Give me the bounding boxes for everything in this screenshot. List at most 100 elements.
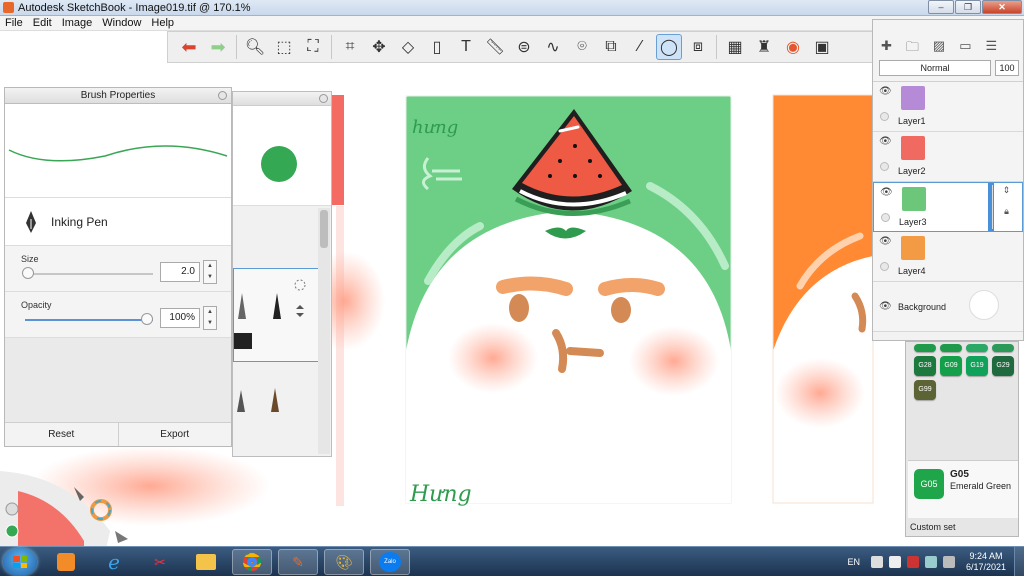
size-stepper[interactable]: ▲ ▼ (203, 260, 217, 284)
opacity-slider-track[interactable] (25, 319, 153, 321)
layer-row-layer2[interactable]: 👁︎ Layer2 (873, 132, 1023, 182)
tray-volume-icon[interactable] (942, 556, 955, 568)
copic-chip[interactable]: G99 (914, 380, 936, 400)
layer-menu-icon[interactable]: ☰ (986, 38, 998, 60)
shape-icon[interactable]: ⧈ (685, 34, 711, 60)
current-color-swatch[interactable] (261, 146, 297, 182)
layer-row-layer4[interactable]: 👁︎ Layer4 (873, 232, 1023, 282)
layer-lock-icon[interactable] (881, 213, 890, 222)
copic-chip[interactable] (992, 344, 1014, 352)
lagoon-select-icon[interactable] (115, 531, 128, 543)
sketchbook-icon[interactable]: ✎ (278, 549, 318, 575)
internet-explorer-icon[interactable]: e (94, 549, 134, 575)
layer-lock-icon[interactable] (880, 112, 889, 121)
file-explorer-icon[interactable] (186, 549, 226, 575)
crop-icon[interactable]: ⌗ (337, 34, 363, 60)
palette-icon[interactable]: ▣ (809, 34, 835, 60)
rect-select-icon[interactable]: ⬚ (271, 34, 297, 60)
menu-help[interactable]: Help (146, 16, 179, 30)
menu-edit[interactable]: Edit (28, 16, 57, 30)
layer-row-layer1[interactable]: 👁︎ Layer1 (873, 82, 1023, 132)
export-button[interactable]: Export (119, 423, 232, 446)
media-player-icon[interactable] (46, 549, 86, 575)
copic-chip[interactable]: G19 (966, 356, 988, 376)
predictive-stroke-icon[interactable]: ◯ (656, 34, 682, 60)
opacity-slider-knob[interactable] (141, 313, 153, 325)
show-desktop-button[interactable] (1014, 547, 1024, 576)
zoom-icon[interactable]: 🔍︎ (242, 34, 268, 60)
transform-icon[interactable]: ✥ (366, 34, 392, 60)
layer-row-background[interactable]: 👁︎ Background (873, 282, 1023, 332)
chrome-icon[interactable] (232, 549, 272, 575)
copic-chip[interactable]: G09 (940, 356, 962, 376)
redo-icon[interactable]: ➡ (205, 34, 231, 60)
zalo-icon[interactable]: Zalo (370, 549, 410, 575)
close-button[interactable]: ✕ (982, 0, 1022, 14)
text-icon[interactable]: T (453, 34, 479, 60)
opacity-value-field[interactable]: 100% (160, 308, 200, 328)
layer-lock-icon[interactable] (880, 162, 889, 171)
snipping-tool-icon[interactable]: ✂ (140, 549, 180, 575)
custom-set-label[interactable]: Custom set (910, 522, 956, 532)
brushes-icon[interactable]: ♜ (751, 34, 777, 60)
visibility-eye-icon[interactable]: 👁︎ (879, 86, 892, 97)
opacity-stepper[interactable]: ▲ ▼ (203, 306, 217, 330)
copic-chip[interactable] (966, 344, 988, 352)
layer-lock-icon[interactable] (880, 262, 889, 271)
perspective-icon[interactable]: ⌾ (569, 34, 595, 60)
visibility-eye-icon[interactable]: 👁︎ (880, 187, 893, 198)
clock[interactable]: 9:24 AM 6/17/2021 (966, 551, 1006, 573)
tray-flag-icon[interactable] (870, 556, 883, 568)
panel-close-icon[interactable] (218, 91, 227, 100)
size-value-field[interactable]: 2.0 (160, 262, 200, 282)
copic-chip[interactable]: G28 (914, 356, 936, 376)
start-button[interactable] (3, 548, 37, 576)
tray-usb-icon[interactable] (888, 556, 901, 568)
symmetry-icon[interactable]: ⧉ (598, 34, 624, 60)
menu-window[interactable]: Window (97, 16, 146, 30)
menu-file[interactable]: File (0, 16, 28, 30)
color-wheel-icon[interactable]: ◉ (780, 34, 806, 60)
brush-set-selection[interactable] (233, 268, 319, 362)
brush-palette-close-icon[interactable] (319, 94, 328, 103)
maximize-button[interactable]: ❐ (955, 0, 981, 14)
add-layer-icon[interactable]: ✚ (881, 38, 892, 60)
visibility-eye-icon[interactable]: 👁︎ (879, 236, 892, 247)
minimize-button[interactable]: – (928, 0, 954, 14)
ruler-icon[interactable]: 📏︎ (482, 34, 508, 60)
copic-chip[interactable] (940, 344, 962, 352)
current-copic-swatch[interactable]: G05 (914, 469, 944, 499)
layer-row-layer3[interactable]: 👁︎ Layer3 ⇕ 🔒︎ (873, 182, 1023, 232)
scroll-thumb[interactable] (320, 210, 328, 248)
add-group-icon[interactable]: 🗀︎ (906, 38, 919, 60)
paint-icon[interactable]: 🎨︎ (324, 549, 364, 575)
menu-image[interactable]: Image (57, 16, 98, 30)
lagoon-wheel[interactable] (0, 471, 170, 546)
size-slider-knob[interactable] (22, 267, 34, 279)
visibility-eye-icon[interactable]: 👁︎ (879, 136, 892, 147)
stroke-icon[interactable]: ⁄ (627, 34, 653, 60)
brush-palette-scrollbar[interactable] (318, 208, 330, 454)
fill-icon[interactable]: ▯ (424, 34, 450, 60)
reset-button[interactable]: Reset (5, 423, 119, 446)
copic-chip[interactable] (914, 344, 936, 352)
add-image-icon[interactable]: ▨ (933, 38, 945, 60)
background-color-swatch[interactable] (969, 290, 999, 320)
copic-icon[interactable]: ▦ (722, 34, 748, 60)
language-indicator[interactable]: EN (847, 557, 860, 567)
tray-antivirus-icon[interactable] (906, 556, 919, 568)
copic-chip[interactable]: G29 (992, 356, 1014, 376)
undo-icon[interactable]: ⬅ (176, 34, 202, 60)
fill-layer-icon[interactable]: ▭ (959, 38, 971, 60)
tray-network-icon[interactable] (924, 556, 937, 568)
french-curve-icon[interactable]: ∿ (540, 34, 566, 60)
lagoon-color-swatch[interactable] (5, 524, 19, 538)
blend-mode-select[interactable]: Normal (879, 60, 991, 76)
lasso-select-icon[interactable]: ⛶ (300, 34, 326, 60)
distort-icon[interactable]: ◇ (395, 34, 421, 60)
ellipse-guide-icon[interactable]: ⊜ (511, 34, 537, 60)
lagoon-brush-icon[interactable] (5, 502, 19, 516)
size-slider-track[interactable] (25, 273, 153, 275)
layer-opacity-field[interactable]: 100 (995, 60, 1019, 76)
layer-move-controls[interactable]: ⇕ 🔒︎ (992, 185, 1020, 229)
